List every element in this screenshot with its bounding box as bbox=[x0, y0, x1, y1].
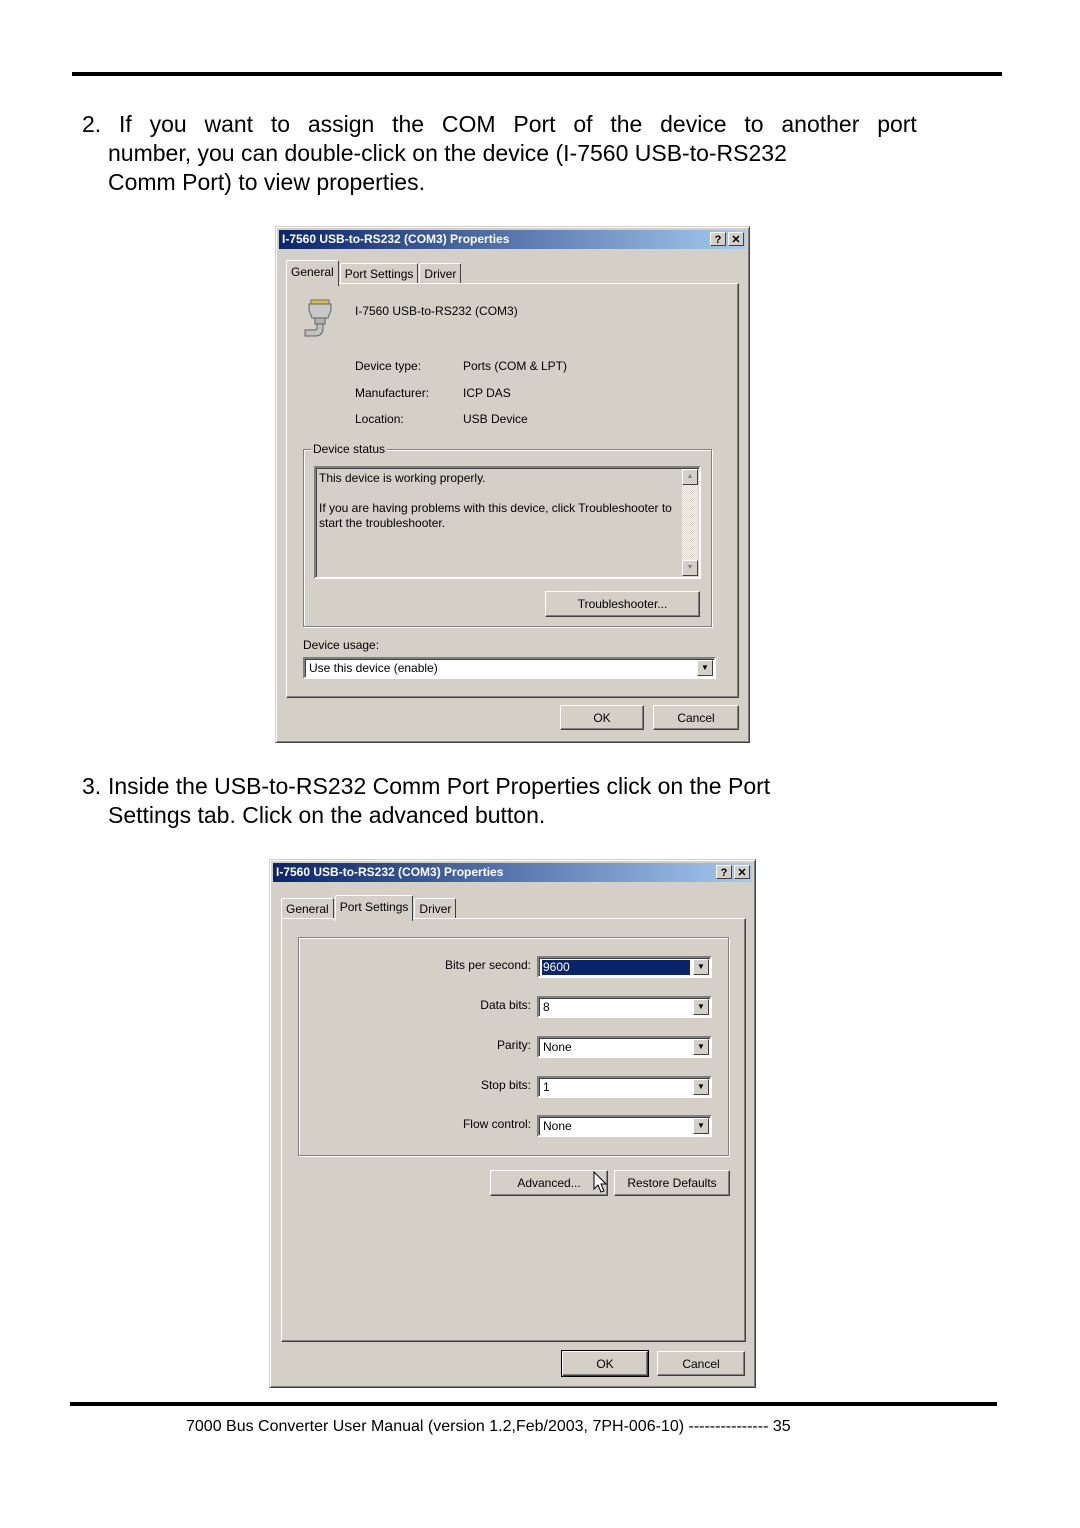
flow-control-value: None bbox=[543, 1119, 572, 1133]
data-bits-value: 8 bbox=[543, 1000, 550, 1014]
tab-general[interactable]: General bbox=[281, 898, 334, 920]
step-2-line-2: number, you can double-click on the devi… bbox=[108, 140, 787, 166]
flow-control-select[interactable]: None ▼ bbox=[537, 1115, 712, 1137]
tab-strip: General Port Settings Driver bbox=[286, 260, 462, 286]
dialog-title: I-7560 USB-to-RS232 (COM3) Properties bbox=[276, 865, 504, 879]
chevron-down-icon[interactable]: ▼ bbox=[693, 1079, 709, 1095]
page-footer: 7000 Bus Converter User Manual (version … bbox=[186, 1418, 791, 1435]
data-bits-label: Data bits: bbox=[480, 998, 531, 1012]
close-icon: ✕ bbox=[737, 867, 747, 879]
stop-bits-value: 1 bbox=[543, 1080, 550, 1094]
word: the bbox=[392, 111, 425, 137]
location-value: USB Device bbox=[463, 412, 528, 426]
vertical-scrollbar[interactable]: ▲ ▼ bbox=[682, 469, 698, 576]
chevron-down-icon[interactable]: ▼ bbox=[693, 1039, 709, 1055]
cancel-button[interactable]: Cancel bbox=[653, 705, 739, 730]
bits-per-second-value: 9600 bbox=[542, 960, 690, 975]
stop-bits-label: Stop bits: bbox=[480, 1078, 531, 1092]
device-name: I-7560 USB-to-RS232 (COM3) bbox=[355, 304, 518, 318]
close-button[interactable]: ✕ bbox=[728, 232, 744, 246]
properties-dialog-general: I-7560 USB-to-RS232 (COM3) Properties ? … bbox=[275, 226, 750, 743]
tab-port-settings[interactable]: Port Settings bbox=[334, 895, 414, 921]
word: of bbox=[573, 111, 593, 137]
help-icon: ? bbox=[720, 867, 728, 879]
bits-per-second-label: Bits per second: bbox=[444, 958, 531, 972]
device-usage-label: Device usage: bbox=[303, 638, 380, 652]
dialog-title: I-7560 USB-to-RS232 (COM3) Properties bbox=[282, 232, 510, 246]
title-bar: I-7560 USB-to-RS232 (COM3) Properties ? … bbox=[279, 230, 746, 249]
device-status-legend: Device status bbox=[311, 442, 388, 456]
word: to bbox=[270, 111, 291, 137]
chevron-down-icon[interactable]: ▼ bbox=[693, 959, 709, 975]
step-3-line-1: Inside the USB-to-RS232 Comm Port Proper… bbox=[108, 773, 771, 799]
word: the bbox=[610, 111, 643, 137]
chevron-down-icon[interactable]: ▼ bbox=[693, 1118, 709, 1134]
flow-control-label: Flow control: bbox=[462, 1117, 531, 1131]
device-type-label: Device type: bbox=[355, 359, 422, 373]
advanced-button[interactable]: Advanced... bbox=[490, 1170, 608, 1196]
word: to bbox=[744, 111, 764, 137]
step-3-paragraph: 3. Inside the USB-to-RS232 Comm Port Prop… bbox=[82, 772, 770, 830]
help-button[interactable]: ? bbox=[710, 232, 726, 246]
port-settings-panel: Bits per second: 9600 ▼ Data bits: 8 ▼ P… bbox=[281, 918, 746, 1342]
ok-button[interactable]: OK bbox=[561, 1350, 649, 1377]
step-2-paragraph: 2. If you want to assign the COM Port of… bbox=[82, 110, 917, 197]
tab-driver[interactable]: Driver bbox=[419, 263, 462, 285]
tab-general[interactable]: General bbox=[286, 260, 339, 286]
manufacturer-label: Manufacturer: bbox=[355, 386, 430, 400]
close-button[interactable]: ✕ bbox=[734, 865, 750, 879]
scroll-up-icon[interactable]: ▲ bbox=[682, 469, 698, 485]
step-3-line-2: Settings tab. Click on the advanced butt… bbox=[108, 802, 546, 828]
title-bar: I-7560 USB-to-RS232 (COM3) Properties ? … bbox=[273, 863, 752, 882]
step-2-line-3: Comm Port) to view properties. bbox=[108, 169, 425, 195]
status-text: This device is working properly. bbox=[319, 471, 486, 485]
header-rule bbox=[72, 72, 1002, 76]
chevron-down-icon[interactable]: ▼ bbox=[697, 660, 713, 676]
status-help-text: If you are having problems with this dev… bbox=[319, 501, 672, 530]
close-icon: ✕ bbox=[731, 234, 741, 246]
data-bits-select[interactable]: 8 ▼ bbox=[537, 996, 712, 1018]
tab-port-settings[interactable]: Port Settings bbox=[339, 263, 419, 285]
ok-button[interactable]: OK bbox=[560, 705, 644, 730]
stop-bits-select[interactable]: 1 ▼ bbox=[537, 1076, 712, 1098]
tab-strip: General Port Settings Driver bbox=[281, 895, 457, 921]
serial-port-icon bbox=[304, 299, 332, 337]
manufacturer-value: ICP DAS bbox=[463, 386, 511, 400]
device-usage-value: Use this device (enable) bbox=[309, 661, 438, 675]
word: If bbox=[118, 111, 132, 137]
general-panel: I-7560 USB-to-RS232 (COM3) Device type: … bbox=[286, 283, 739, 698]
chevron-down-icon[interactable]: ▼ bbox=[693, 999, 709, 1015]
restore-defaults-button[interactable]: Restore Defaults bbox=[614, 1170, 730, 1196]
device-status-group: Device status This device is working pro… bbox=[303, 442, 712, 627]
device-type-value: Ports (COM & LPT) bbox=[463, 359, 568, 373]
word: want bbox=[204, 111, 254, 137]
device-usage-select[interactable]: Use this device (enable) ▼ bbox=[303, 657, 716, 679]
word: port bbox=[877, 111, 917, 137]
tab-driver[interactable]: Driver bbox=[414, 898, 457, 920]
footer-rule bbox=[70, 1402, 997, 1406]
device-status-textbox[interactable]: This device is working properly. If you … bbox=[314, 466, 701, 579]
scroll-down-icon[interactable]: ▼ bbox=[682, 560, 698, 576]
step-2-line-1: 2. If you want to assign the COM Port of… bbox=[82, 110, 917, 139]
word: another bbox=[781, 111, 860, 137]
word: COM bbox=[441, 111, 496, 137]
parity-value: None bbox=[543, 1040, 572, 1054]
mouse-cursor-icon bbox=[593, 1171, 608, 1193]
properties-dialog-port-settings: I-7560 USB-to-RS232 (COM3) Properties ? … bbox=[269, 859, 756, 1388]
cancel-button[interactable]: Cancel bbox=[657, 1351, 745, 1376]
step-number: 3. bbox=[82, 773, 102, 799]
word: assign bbox=[307, 111, 375, 137]
bits-per-second-select[interactable]: 9600 ▼ bbox=[537, 956, 712, 978]
help-button[interactable]: ? bbox=[716, 865, 732, 879]
word: you bbox=[149, 111, 187, 137]
help-icon: ? bbox=[714, 234, 722, 246]
step-number: 2. bbox=[82, 111, 102, 137]
port-settings-group: Bits per second: 9600 ▼ Data bits: 8 ▼ P… bbox=[298, 937, 729, 1156]
word: Port bbox=[513, 111, 556, 137]
location-label: Location: bbox=[355, 412, 404, 426]
parity-select[interactable]: None ▼ bbox=[537, 1036, 712, 1058]
troubleshooter-button[interactable]: Troubleshooter... bbox=[545, 591, 700, 617]
word: device bbox=[660, 111, 727, 137]
parity-label: Parity: bbox=[496, 1038, 531, 1052]
